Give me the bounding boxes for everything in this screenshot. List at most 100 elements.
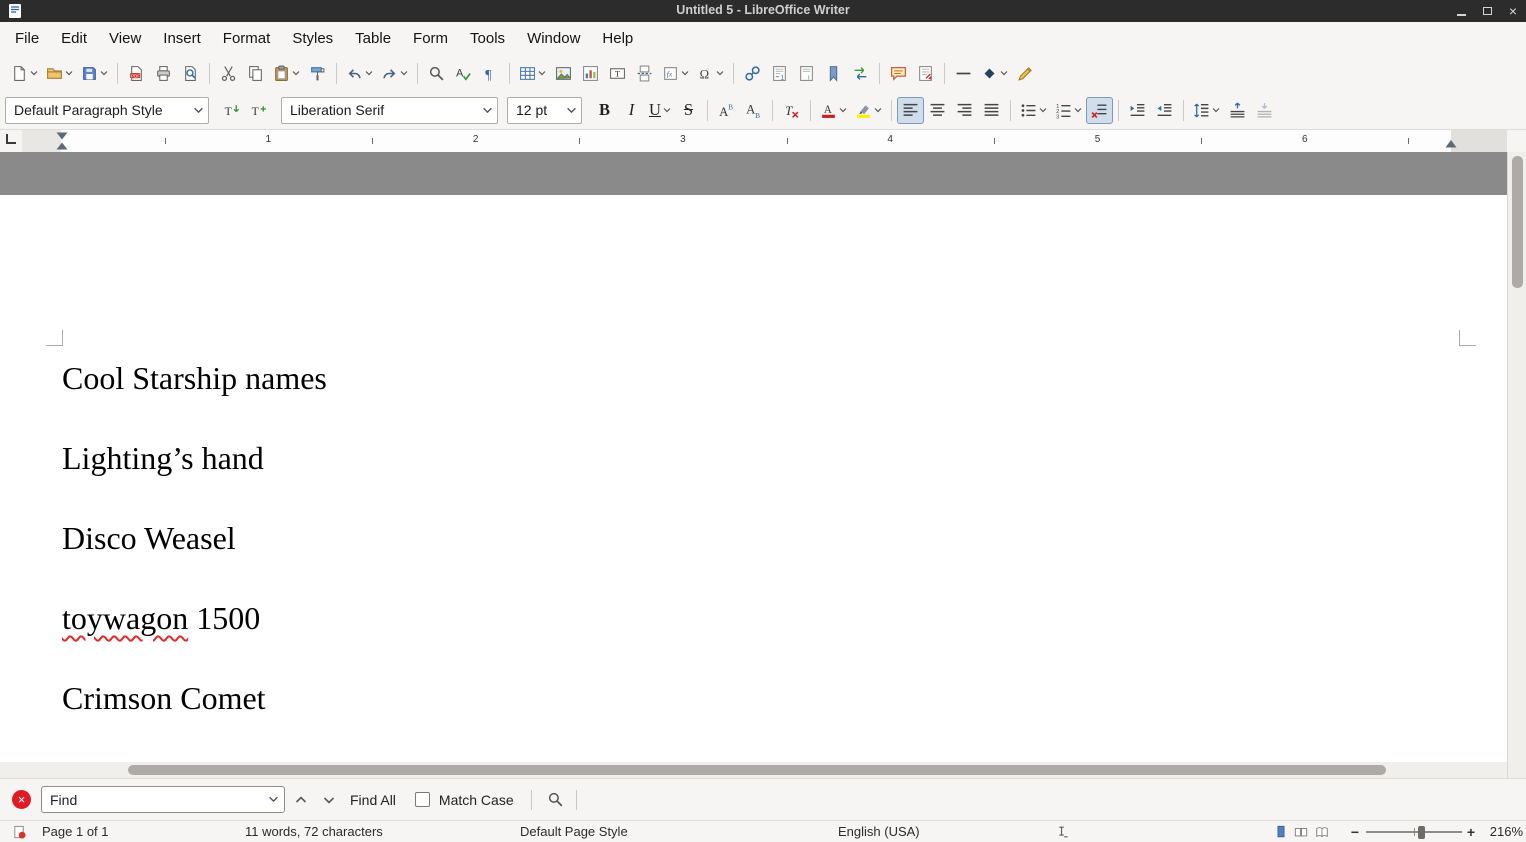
menu-file[interactable]: File (4, 25, 50, 52)
match-case-checkbox[interactable] (415, 792, 430, 807)
selection-mode-icon[interactable] (1053, 823, 1071, 841)
subscript-button[interactable]: AB (740, 97, 767, 124)
superscript-button[interactable]: AB (713, 97, 740, 124)
basic-shapes-button[interactable] (977, 60, 1012, 87)
redo-button[interactable] (377, 60, 412, 87)
menu-styles[interactable]: Styles (281, 25, 344, 52)
line-spacing-dropdown-arrow[interactable] (1212, 106, 1220, 114)
ordered-list-button[interactable]: 123 (1051, 97, 1086, 124)
paragraph[interactable]: Lighting’s hand (62, 437, 1447, 480)
ruler[interactable]: 123456 (0, 130, 1526, 152)
insert-page-break-button[interactable] (631, 60, 658, 87)
font-color-button[interactable]: A (816, 97, 851, 124)
increase-indent-button[interactable] (1124, 97, 1151, 124)
find-previous-button[interactable] (289, 788, 313, 812)
decrease-paragraph-spacing-button[interactable] (1251, 97, 1278, 124)
paste-dropdown-arrow[interactable] (292, 69, 300, 77)
match-case-label[interactable]: Match Case (430, 792, 523, 808)
copy-button[interactable] (242, 60, 269, 87)
chevron-down-icon[interactable] (477, 105, 497, 116)
line-spacing-button[interactable] (1189, 97, 1224, 124)
highlight-color-button[interactable] (851, 97, 886, 124)
update-style-button[interactable]: T (218, 97, 245, 124)
basic-shapes-dropdown-arrow[interactable] (1000, 69, 1008, 77)
redo-dropdown-arrow[interactable] (400, 69, 408, 77)
save-dropdown-arrow[interactable] (100, 69, 108, 77)
menu-tools[interactable]: Tools (459, 25, 516, 52)
new-document-button[interactable] (7, 60, 42, 87)
chevron-down-icon[interactable] (561, 105, 581, 116)
highlight-color-dropdown-arrow[interactable] (874, 106, 882, 114)
insert-special-character-button[interactable]: Ω (693, 60, 728, 87)
language-status[interactable]: English (USA) (838, 824, 920, 839)
print-button[interactable] (150, 60, 177, 87)
insert-image-button[interactable] (550, 60, 577, 87)
menu-format[interactable]: Format (212, 25, 282, 52)
chevron-down-icon[interactable] (188, 105, 208, 116)
decrease-indent-button[interactable] (1151, 97, 1178, 124)
paragraph[interactable]: toywagon 1500 (62, 597, 1447, 640)
zoom-slider[interactable] (1366, 823, 1462, 841)
word-count-status[interactable]: 11 words, 72 characters (245, 824, 383, 839)
document-modified-icon[interactable] (10, 823, 28, 841)
menu-insert[interactable]: Insert (152, 25, 212, 52)
open-dropdown-arrow[interactable] (65, 69, 73, 77)
font-size-combobox[interactable]: 12 pt (507, 97, 582, 124)
find-next-button[interactable] (317, 788, 341, 812)
formatting-marks-button[interactable]: ¶ (477, 60, 504, 87)
find-combobox[interactable] (41, 786, 285, 813)
zoom-in-button[interactable]: + (1462, 823, 1480, 841)
menu-window[interactable]: Window (516, 25, 591, 52)
book-view-button[interactable] (1313, 823, 1331, 841)
print-preview-button[interactable] (177, 60, 204, 87)
minimize-button[interactable] (1453, 3, 1469, 19)
left-indent-marker[interactable] (55, 131, 69, 151)
insert-endnote-button[interactable]: i (793, 60, 820, 87)
tab-stop-selector[interactable] (3, 131, 19, 147)
restore-button[interactable] (1479, 3, 1495, 19)
horizontal-scrollbar[interactable] (0, 762, 1507, 778)
single-page-view-button[interactable] (1272, 823, 1290, 841)
zoom-slider-handle[interactable] (1418, 826, 1425, 839)
document-page[interactable]: Cool Starship names Lighting’s hand Disco … (0, 195, 1507, 762)
vertical-scrollbar-thumb[interactable] (1512, 156, 1523, 288)
zoom-out-button[interactable]: − (1346, 823, 1364, 841)
insert-table-dropdown-arrow[interactable] (538, 69, 546, 77)
menu-view[interactable]: View (98, 25, 152, 52)
bold-button[interactable]: B (591, 97, 618, 124)
close-button[interactable]: × (1505, 3, 1521, 19)
zoom-level-status[interactable]: 216% (1483, 824, 1523, 839)
find-replace-button[interactable] (423, 60, 450, 87)
increase-paragraph-spacing-button[interactable] (1224, 97, 1251, 124)
paragraph-style-combobox[interactable]: Default Paragraph Style (5, 97, 209, 124)
insert-footnote-button[interactable]: 1 (766, 60, 793, 87)
underline-dropdown-arrow[interactable] (663, 106, 671, 114)
menu-table[interactable]: Table (344, 25, 402, 52)
insert-field-button[interactable]: fx (658, 60, 693, 87)
right-indent-marker[interactable] (1444, 131, 1458, 151)
align-justified-button[interactable] (978, 97, 1005, 124)
track-changes-button[interactable] (912, 60, 939, 87)
align-left-button[interactable] (897, 97, 924, 124)
multi-page-view-button[interactable] (1292, 823, 1310, 841)
paragraph[interactable]: Crimson Comet (62, 677, 1447, 720)
insert-cross-reference-button[interactable] (847, 60, 874, 87)
cut-button[interactable] (215, 60, 242, 87)
font-color-dropdown-arrow[interactable] (839, 106, 847, 114)
show-draw-functions-button[interactable] (1012, 60, 1039, 87)
open-button[interactable] (42, 60, 77, 87)
ordered-list-dropdown-arrow[interactable] (1074, 106, 1082, 114)
paste-button[interactable] (269, 60, 304, 87)
clone-formatting-button[interactable] (304, 60, 331, 87)
insert-bookmark-button[interactable] (820, 60, 847, 87)
insert-comment-button[interactable] (885, 60, 912, 87)
menu-form[interactable]: Form (402, 25, 459, 52)
paragraph[interactable]: Disco Weasel (62, 517, 1447, 560)
insert-hyperlink-button[interactable] (739, 60, 766, 87)
insert-line-button[interactable] (950, 60, 977, 87)
horizontal-scrollbar-thumb[interactable] (128, 765, 1386, 775)
align-right-button[interactable] (951, 97, 978, 124)
save-button[interactable] (77, 60, 112, 87)
underline-button[interactable]: U (645, 97, 675, 124)
paragraph[interactable]: Cool Starship names (62, 357, 1447, 400)
